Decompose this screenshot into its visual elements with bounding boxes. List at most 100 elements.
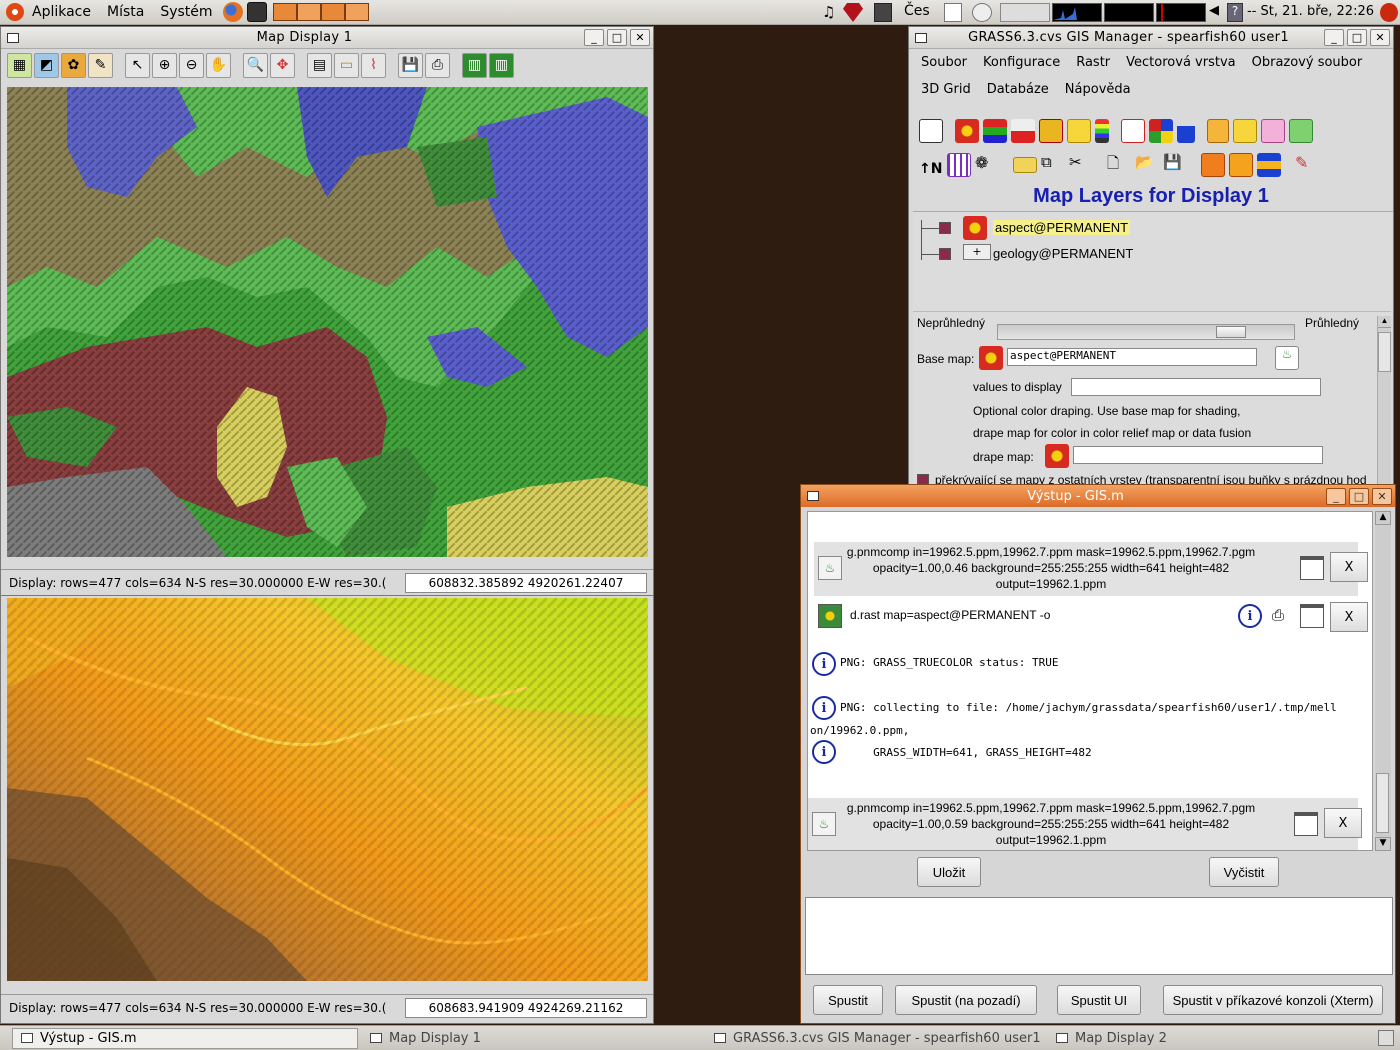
document-icon[interactable]: [944, 3, 962, 22]
values-input[interactable]: [1071, 378, 1321, 396]
save-button[interactable]: Uložit: [917, 857, 981, 887]
run-background-button[interactable]: Spustit (na pozadí): [895, 985, 1037, 1015]
trash-icon[interactable]: [1378, 1030, 1394, 1046]
open-window-icon[interactable]: [1300, 556, 1324, 580]
open-window-icon[interactable]: [1294, 812, 1318, 836]
minimize-button[interactable]: _: [1326, 487, 1346, 505]
copy-layer-icon[interactable]: ⧉: [1041, 153, 1065, 177]
add-cell-values-icon[interactable]: [1039, 119, 1063, 143]
run-button[interactable]: Spustit: [813, 985, 883, 1015]
layer-tree[interactable]: aspect@PERMANENT + geology@PERMANENT: [913, 211, 1393, 311]
layer-checkbox[interactable]: [939, 222, 951, 234]
add-arrows-icon[interactable]: [1067, 119, 1091, 143]
ubuntu-logo-icon[interactable]: [6, 3, 24, 21]
save-icon[interactable]: 💾: [398, 52, 423, 78]
run-ui-button[interactable]: Spustit UI: [1057, 985, 1141, 1015]
gis-manager-titlebar[interactable]: GRASS6.3.cvs GIS Manager - spearfish60 u…: [909, 27, 1393, 49]
close-command-button[interactable]: X: [1330, 552, 1368, 582]
output-log[interactable]: ♨ g.pnmcomp in=19962.5.ppm,19962.7.ppm m…: [807, 511, 1373, 851]
firefox-icon[interactable]: [222, 2, 243, 22]
menu-3d-grid[interactable]: 3D Grid: [913, 80, 979, 107]
draw-all-icon[interactable]: ✿: [61, 52, 86, 78]
shaded-relief-icon[interactable]: [1201, 153, 1225, 177]
shutdown-icon[interactable]: [1380, 3, 1398, 22]
coordinate-field[interactable]: 608683.941909 4924269.21162: [405, 997, 647, 1018]
menu-database[interactable]: Databáze: [979, 80, 1057, 107]
query-icon[interactable]: ▤: [307, 52, 332, 78]
output-scrollbar[interactable]: ▲ ▼: [1375, 511, 1391, 851]
open-workspace-icon[interactable]: 📂: [1135, 153, 1159, 177]
profile-icon[interactable]: ⌇: [361, 52, 386, 78]
minimize-button[interactable]: _: [1324, 29, 1344, 46]
zoom-back-icon[interactable]: 🔍: [243, 52, 268, 78]
menu-imagery[interactable]: Obrazový soubor: [1244, 53, 1371, 80]
panel-clock[interactable]: -- St, 21. bře, 22:26: [1247, 4, 1374, 19]
coordinate-field[interactable]: 608832.385892 4920261.22407: [405, 572, 647, 593]
add-text-icon[interactable]: [1233, 119, 1257, 143]
measure-icon[interactable]: ▭: [334, 52, 359, 78]
command-input[interactable]: [805, 897, 1393, 975]
add-thematic-icon[interactable]: [1149, 119, 1173, 143]
maximize-button[interactable]: □: [1349, 487, 1369, 505]
add-histogram-icon[interactable]: [1011, 119, 1035, 143]
window-menu-icon[interactable]: [915, 32, 927, 43]
add-ps-labels-icon[interactable]: [1261, 119, 1285, 143]
maximize-button[interactable]: □: [607, 29, 627, 46]
menu-raster[interactable]: Rastr: [1068, 53, 1118, 80]
open-window-icon[interactable]: [1300, 604, 1324, 628]
close-button[interactable]: ✕: [1370, 29, 1390, 46]
map-canvas-2[interactable]: [7, 598, 648, 981]
menu-system[interactable]: Systém: [152, 4, 220, 20]
group-folder-icon[interactable]: [1013, 157, 1037, 173]
cut-layer-icon[interactable]: ✂: [1069, 153, 1093, 177]
add-raster-icon[interactable]: [955, 119, 979, 143]
terminal-icon[interactable]: [246, 2, 267, 22]
strict-mode-icon[interactable]: ▥: [489, 52, 514, 78]
base-map-input[interactable]: aspect@PERMANENT: [1007, 348, 1257, 366]
digitize-icon[interactable]: ✎: [1295, 153, 1319, 177]
minimize-button[interactable]: _: [584, 29, 604, 46]
grid-icon[interactable]: [947, 153, 971, 177]
redraw-map-icon[interactable]: ◩: [34, 52, 59, 78]
music-icon[interactable]: ♫: [822, 3, 838, 22]
layer-checkbox[interactable]: [939, 248, 951, 260]
pan-icon[interactable]: ✋: [206, 52, 231, 78]
frame-icon[interactable]: ❁: [975, 153, 999, 177]
add-chart-icon[interactable]: [1177, 119, 1195, 143]
opacity-slider[interactable]: [997, 324, 1295, 340]
menu-file[interactable]: Soubor: [913, 53, 975, 80]
select-raster-icon[interactable]: [979, 346, 1003, 370]
help-map-icon[interactable]: ♨: [1275, 346, 1299, 370]
menu-applications[interactable]: Aplikace: [24, 4, 99, 20]
pointer-icon[interactable]: ↖: [125, 52, 150, 78]
expand-group-icon[interactable]: +: [963, 244, 991, 260]
info-icon[interactable]: i: [1238, 604, 1262, 628]
volume-icon[interactable]: ◀: [1209, 3, 1223, 22]
zoom-in-icon[interactable]: ⊕: [152, 52, 177, 78]
window-menu-icon[interactable]: [807, 491, 819, 501]
run-xterm-button[interactable]: Spustit v příkazové konzoli (Xterm): [1163, 985, 1383, 1015]
options-scrollbar[interactable]: ▲: [1377, 316, 1391, 486]
layer-name-geology[interactable]: geology@PERMANENT: [993, 246, 1133, 261]
window-menu-icon[interactable]: [7, 32, 19, 43]
task-map-display-1[interactable]: Map Display 1: [362, 1028, 702, 1049]
disk-icon[interactable]: [972, 3, 992, 22]
menu-config[interactable]: Konfigurace: [975, 53, 1068, 80]
menu-vector[interactable]: Vectorová vrstva: [1118, 53, 1243, 80]
task-gis-manager[interactable]: GRASS6.3.cvs GIS Manager - spearfish60 u…: [706, 1028, 1044, 1049]
erase-icon[interactable]: ✎: [88, 52, 113, 78]
drape-icon[interactable]: [1229, 153, 1253, 177]
add-rgb-icon[interactable]: [983, 119, 1007, 143]
close-command-button[interactable]: X: [1330, 602, 1368, 632]
new-display-icon[interactable]: [919, 119, 943, 143]
display-map-icon[interactable]: ▦: [7, 52, 32, 78]
add-ps-text-icon[interactable]: [1289, 119, 1313, 143]
menu-places[interactable]: Místa: [99, 4, 152, 20]
close-button[interactable]: ✕: [630, 29, 650, 46]
clear-button[interactable]: Vyčistit: [1209, 857, 1279, 887]
close-command-button[interactable]: X: [1324, 808, 1362, 838]
map-display-1-titlebar[interactable]: Map Display 1 _ □ ✕: [1, 27, 653, 49]
explore-mode-icon[interactable]: ▥: [462, 52, 487, 78]
task-map-display-2[interactable]: Map Display 2: [1048, 1028, 1348, 1049]
rgb-his-icon[interactable]: [1257, 153, 1281, 177]
